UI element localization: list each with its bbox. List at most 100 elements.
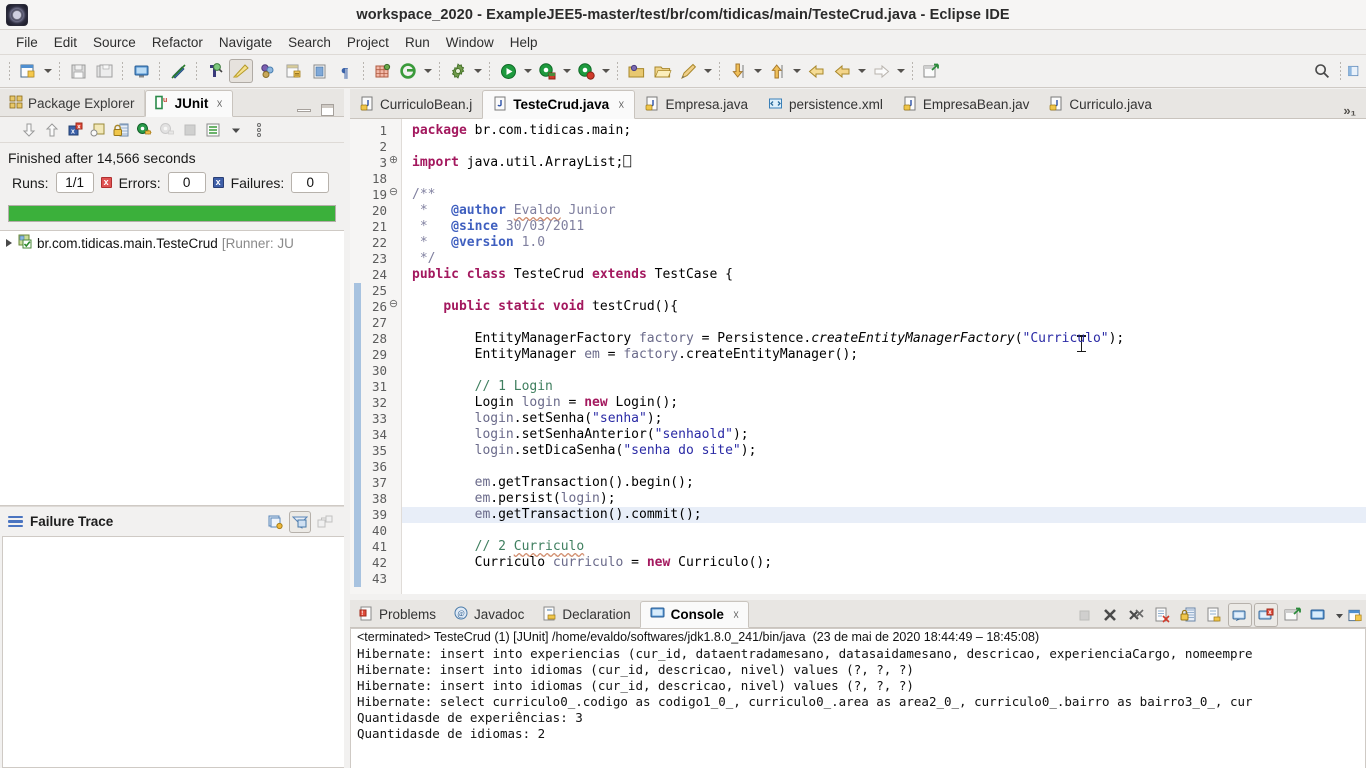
failures-filter-icon[interactable]: x x bbox=[64, 119, 86, 141]
pilcrow-icon[interactable]: ¶ bbox=[333, 59, 357, 83]
highlight-icon[interactable] bbox=[229, 59, 253, 83]
code-line[interactable]: * @version 1.0 bbox=[412, 235, 545, 251]
remove-all-x-icon[interactable] bbox=[1124, 603, 1148, 627]
code-line[interactable]: * @author Evaldo Junior bbox=[412, 203, 616, 219]
right-arrow-icon[interactable] bbox=[869, 59, 893, 83]
code-line[interactable]: package br.com.tidicas.main; bbox=[412, 123, 631, 139]
chevron-down-icon[interactable] bbox=[225, 119, 247, 141]
perspective-icon[interactable] bbox=[1347, 59, 1361, 83]
code-line[interactable]: em.getTransaction().begin(); bbox=[412, 475, 694, 491]
stop-icon[interactable] bbox=[1072, 603, 1096, 627]
tab-curriculo[interactable]: Curriculo.java bbox=[1039, 90, 1162, 119]
coverage-red-icon[interactable] bbox=[574, 59, 598, 83]
rerun-failed-icon[interactable] bbox=[156, 119, 178, 141]
display-console-icon[interactable] bbox=[1306, 603, 1330, 627]
tab-curriculobean[interactable]: CurriculoBean.j bbox=[350, 90, 482, 119]
source-code-text[interactable]: package br.com.tidicas.main; import java.… bbox=[402, 119, 1366, 594]
tab-junit[interactable]: u JUnit ☓ bbox=[144, 90, 233, 117]
gear-icon[interactable] bbox=[446, 59, 470, 83]
open-perspective-icon[interactable] bbox=[919, 59, 943, 83]
code-line[interactable]: Login login = new Login(); bbox=[412, 395, 679, 411]
code-line[interactable]: public static void testCrud(){ bbox=[412, 299, 678, 315]
gear-dropdown-icon[interactable] bbox=[471, 59, 484, 83]
clear-console-icon[interactable] bbox=[1150, 603, 1174, 627]
menu-file[interactable]: File bbox=[8, 33, 46, 52]
menu-window[interactable]: Window bbox=[438, 33, 502, 52]
debug-green-icon[interactable] bbox=[535, 59, 559, 83]
previous-annotation-dropdown-icon[interactable] bbox=[790, 59, 803, 83]
forward-dropdown-icon[interactable] bbox=[894, 59, 907, 83]
left-arrow-icon[interactable] bbox=[830, 59, 854, 83]
tab-package-explorer[interactable]: Package Explorer bbox=[0, 90, 145, 117]
code-editor[interactable]: 1 2 3 ⊕ 18 19 ⊖ 20 21 22 23 24 25 26 ⊖ 27 28 29 30 31 32 33 34… bbox=[350, 119, 1366, 594]
tab-empresa[interactable]: Empresa.java bbox=[635, 90, 758, 119]
save-icon[interactable] bbox=[66, 59, 90, 83]
copy-icon[interactable] bbox=[264, 511, 286, 533]
tab-testecrud[interactable]: TesteCrud.java ☓ bbox=[482, 90, 636, 119]
compare-icon[interactable] bbox=[314, 511, 336, 533]
coverage-dropdown-icon[interactable] bbox=[599, 59, 612, 83]
tab-declaration[interactable]: Declaration bbox=[533, 601, 639, 628]
search-icon[interactable] bbox=[1310, 59, 1334, 83]
back-arrow-icon[interactable] bbox=[804, 59, 828, 83]
menu-search[interactable]: Search bbox=[280, 33, 339, 52]
show-console-error-icon[interactable]: x bbox=[1254, 603, 1278, 627]
remove-x-icon[interactable] bbox=[1098, 603, 1122, 627]
menu-run[interactable]: Run bbox=[397, 33, 438, 52]
tab-console[interactable]: Console ☓ bbox=[639, 601, 750, 628]
code-line[interactable]: EntityManagerFactory factory = Persisten… bbox=[412, 331, 1125, 347]
close-icon[interactable]: ☓ bbox=[216, 97, 222, 111]
menu-refactor[interactable]: Refactor bbox=[144, 33, 211, 52]
filter-icon[interactable] bbox=[289, 510, 311, 533]
arrow-up-marker-icon[interactable] bbox=[765, 59, 789, 83]
package-icon[interactable] bbox=[281, 59, 305, 83]
chevron-down-icon[interactable] bbox=[1332, 603, 1346, 627]
hierarchy-icon[interactable] bbox=[87, 119, 109, 141]
open-console-icon[interactable] bbox=[1348, 603, 1364, 627]
code-line[interactable]: // 1 Login bbox=[412, 379, 553, 395]
folder-open-blue-icon[interactable] bbox=[624, 59, 648, 83]
arrow-down-marker-icon[interactable] bbox=[726, 59, 750, 83]
code-line[interactable]: Curriculo curriculo = new Curriculo(); bbox=[412, 555, 772, 571]
menu-navigate[interactable]: Navigate bbox=[211, 33, 280, 52]
spheres-icon[interactable] bbox=[255, 59, 279, 83]
junit-results-tree[interactable]: br.com.tidicas.main.TesteCrud [Runner: J… bbox=[0, 230, 344, 506]
task-icon[interactable] bbox=[307, 59, 331, 83]
back-dropdown-icon[interactable] bbox=[855, 59, 868, 83]
code-line[interactable]: public class TesteCrud extends TestCase … bbox=[412, 267, 733, 283]
next-annotation-dropdown-icon[interactable] bbox=[751, 59, 764, 83]
menu-source[interactable]: Source bbox=[85, 33, 144, 52]
grid-icon[interactable] bbox=[370, 59, 394, 83]
pin-console-icon[interactable] bbox=[1280, 603, 1304, 627]
pen-strike-icon[interactable] bbox=[166, 59, 190, 83]
pencil-dropdown-icon[interactable] bbox=[701, 59, 714, 83]
tab-problems[interactable]: ! Problems bbox=[350, 601, 445, 628]
git-dropdown-icon[interactable] bbox=[421, 59, 434, 83]
tab-javadoc[interactable]: @ Javadoc bbox=[445, 601, 533, 628]
view-menu-icon[interactable] bbox=[248, 119, 270, 141]
save-all-icon[interactable] bbox=[92, 59, 116, 83]
code-line[interactable]: login.setSenha("senha"); bbox=[412, 411, 663, 427]
stop-icon[interactable] bbox=[179, 119, 201, 141]
run-dropdown-icon[interactable] bbox=[521, 59, 534, 83]
search-type-icon[interactable] bbox=[203, 59, 227, 83]
show-console-icon[interactable] bbox=[1228, 603, 1252, 627]
fold-collapse-icon[interactable]: ⊖ bbox=[388, 299, 399, 310]
maximize-icon[interactable] bbox=[321, 104, 334, 116]
new-file-dropdown-icon[interactable] bbox=[41, 59, 54, 83]
code-line[interactable]: EntityManager em = factory.createEntityM… bbox=[412, 347, 859, 363]
expand-arrow-icon[interactable] bbox=[4, 238, 14, 248]
rerun-icon[interactable] bbox=[133, 119, 155, 141]
arrow-up-icon[interactable] bbox=[41, 119, 63, 141]
menu-help[interactable]: Help bbox=[502, 33, 546, 52]
run-icon[interactable] bbox=[496, 59, 520, 83]
fold-collapse-icon[interactable]: ⊖ bbox=[388, 187, 399, 198]
arrow-down-icon[interactable] bbox=[18, 119, 40, 141]
code-line[interactable]: em.getTransaction().commit(); bbox=[412, 507, 702, 523]
scroll-lock-icon[interactable] bbox=[1176, 603, 1200, 627]
code-line[interactable]: */ bbox=[412, 251, 436, 267]
code-line[interactable]: em.persist(login); bbox=[412, 491, 616, 507]
code-line[interactable]: // 2 Curriculo bbox=[412, 539, 585, 555]
close-icon[interactable]: ☓ bbox=[618, 98, 624, 112]
failure-trace-content[interactable] bbox=[2, 536, 344, 768]
